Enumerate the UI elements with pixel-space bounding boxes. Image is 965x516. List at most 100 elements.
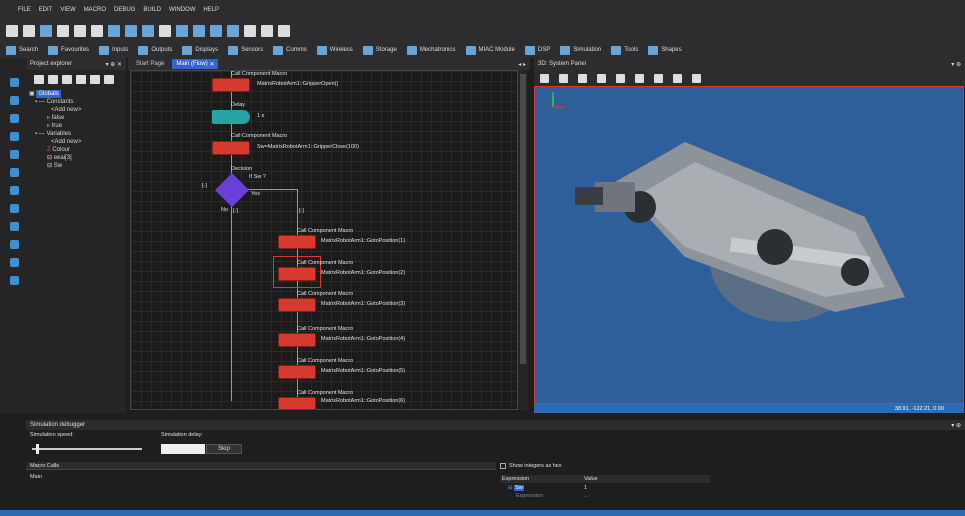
call-macro-block[interactable] — [278, 235, 316, 249]
step-icon[interactable] — [176, 25, 188, 37]
pointer-icon[interactable] — [540, 73, 549, 83]
list-icon[interactable] — [48, 74, 58, 84]
call-macro-block[interactable] — [278, 298, 316, 312]
tree-const-false[interactable]: ▹ false — [29, 114, 123, 122]
save-icon[interactable] — [40, 25, 52, 37]
grid-icon[interactable] — [654, 73, 663, 83]
toolbar-inputs[interactable]: Inputs — [99, 45, 128, 55]
collapse-toggle[interactable]: [-] — [233, 208, 238, 214]
command-icon[interactable] — [10, 204, 19, 213]
collapse-toggle[interactable]: [-] — [202, 183, 207, 189]
paste-icon[interactable] — [91, 25, 103, 37]
component-icon[interactable] — [76, 74, 86, 84]
cut-icon[interactable] — [57, 25, 69, 37]
call-macro-block[interactable] — [212, 78, 250, 92]
compile-icon[interactable] — [142, 25, 154, 37]
call-macro-block[interactable] — [278, 397, 316, 409]
toolbar-dsp[interactable]: DSP — [524, 45, 550, 55]
toolbar-favourites[interactable]: Favourites — [48, 45, 89, 55]
flowchart-scrollbar[interactable] — [518, 70, 528, 410]
play-icon[interactable] — [193, 25, 205, 37]
menu-debug[interactable]: DEBUG — [114, 7, 135, 13]
command-icon[interactable] — [10, 150, 19, 159]
pause-icon[interactable] — [210, 25, 222, 37]
command-icon[interactable] — [10, 222, 19, 231]
eye-icon[interactable] — [104, 74, 114, 84]
flowchart-canvas[interactable]: Call Component Macro MatrixRobotArm1::Gr… — [130, 70, 518, 410]
toolbar-displays[interactable]: Displays — [182, 45, 218, 55]
keypad-icon[interactable] — [90, 74, 100, 84]
toolbar-miac[interactable]: MIAC Module — [465, 45, 515, 55]
call-macro-block[interactable] — [278, 267, 316, 281]
tree-add-constant[interactable]: <Add new> — [29, 106, 123, 114]
menu-file[interactable]: FILE — [18, 7, 31, 13]
command-icon[interactable] — [10, 96, 19, 105]
toolbar-mechatronics[interactable]: Mechatronics — [406, 45, 456, 55]
pan-icon[interactable] — [559, 73, 568, 83]
tab-nav-arrows[interactable]: ◂ ▸ — [518, 61, 530, 68]
toolbar-storage[interactable]: Storage — [362, 45, 397, 55]
close-icon[interactable]: ✕ — [209, 61, 214, 68]
camera-icon[interactable] — [616, 73, 625, 83]
macro-call-main[interactable]: Main — [30, 474, 42, 480]
undo-icon[interactable] — [108, 25, 120, 37]
panel-icon[interactable] — [261, 25, 273, 37]
toolbar-search[interactable]: Search — [6, 45, 38, 55]
open-file-icon[interactable] — [23, 25, 35, 37]
decision-block[interactable] — [215, 173, 249, 207]
show-hex-checkbox[interactable] — [500, 463, 506, 469]
toolbar-shapes[interactable]: Shapes — [648, 45, 682, 55]
call-macro-block[interactable] — [212, 141, 250, 155]
tools-icon[interactable] — [692, 73, 701, 83]
stop-icon[interactable] — [227, 25, 239, 37]
toolbar-tools[interactable]: Tools — [611, 45, 638, 55]
command-icon[interactable] — [10, 168, 19, 177]
toolbar-simulation[interactable]: Simulation — [560, 45, 601, 55]
skip-button[interactable]: Skip — [206, 444, 242, 454]
menu-help[interactable]: HELP — [203, 7, 219, 13]
command-icon[interactable] — [10, 186, 19, 195]
menu-edit[interactable]: EDIT — [39, 7, 53, 13]
view-cube-icon[interactable] — [635, 73, 644, 83]
copy-icon[interactable] — [74, 25, 86, 37]
tree-add-variable[interactable]: <Add new> — [29, 138, 123, 146]
toolbar-comms[interactable]: Comms — [273, 45, 307, 55]
call-macro-block[interactable] — [278, 333, 316, 347]
wrench-icon[interactable] — [673, 73, 682, 83]
redo-icon[interactable] — [125, 25, 137, 37]
tree-const-true[interactable]: ▹ true — [29, 122, 123, 130]
command-icon[interactable] — [10, 240, 19, 249]
toolbar-outputs[interactable]: Outputs — [138, 45, 172, 55]
panel-icon[interactable] — [62, 74, 72, 84]
pin-icon[interactable]: ▾ ⊕ — [951, 61, 961, 68]
pin-close-icon[interactable]: ▾ ⊕ ✕ — [106, 61, 122, 68]
command-icon[interactable] — [10, 258, 19, 267]
tree-var-sw[interactable]: ⊟ Sw — [29, 162, 123, 170]
toolbar-sensors[interactable]: Sensors — [228, 45, 263, 55]
tree-var-eeai[interactable]: ⊟ eeai[3] — [29, 154, 123, 162]
tab-start-page[interactable]: Start Page — [132, 59, 168, 69]
new-file-icon[interactable] — [6, 25, 18, 37]
command-icon[interactable] — [10, 132, 19, 141]
rotate-icon[interactable] — [578, 73, 587, 83]
toolbar-wireless[interactable]: Wireless — [316, 45, 353, 55]
speed-slider-knob[interactable] — [36, 444, 39, 454]
menu-view[interactable]: VIEW — [60, 7, 75, 13]
board-icon[interactable] — [278, 25, 290, 37]
menu-window[interactable]: WINDOW — [169, 7, 195, 13]
tab-main-flow[interactable]: Main (Flow) ✕ — [172, 59, 219, 69]
call-macro-block[interactable] — [278, 365, 316, 379]
chip-icon[interactable] — [244, 25, 256, 37]
menu-macro[interactable]: MACRO — [84, 7, 106, 13]
scroll-thumb[interactable] — [520, 74, 526, 364]
tree-constants[interactable]: ▪ — Constants — [29, 98, 123, 106]
pin-icon[interactable]: ▾ ⊕ — [951, 422, 961, 429]
tree-variables[interactable]: ▪ — Variables — [29, 130, 123, 138]
collapse-toggle[interactable]: [-] — [299, 208, 304, 214]
macro-icon[interactable] — [34, 74, 44, 84]
3d-view[interactable] — [534, 86, 964, 404]
delay-input[interactable] — [161, 444, 205, 454]
menu-build[interactable]: BUILD — [143, 7, 161, 13]
command-icon[interactable] — [10, 114, 19, 123]
delay-block[interactable] — [212, 110, 250, 124]
